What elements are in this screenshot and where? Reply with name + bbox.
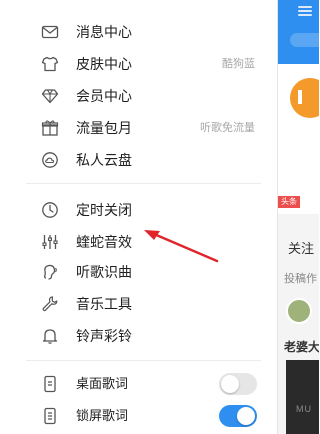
menu-item-label: 音乐工具 <box>76 296 132 312</box>
background-album-text: MU <box>296 404 312 414</box>
menu-item-messages[interactable]: 消息中心 <box>0 18 277 46</box>
toggle-knob <box>237 407 255 425</box>
side-drawer: 消息中心 皮肤中心 酷狗蓝 会员中心 流量包月 听歌免流量 私人云盘 定时关闭 <box>0 0 277 434</box>
annotation-arrow <box>144 230 219 263</box>
cloud-disk-icon <box>40 150 60 170</box>
menu-item-label: 流量包月 <box>76 120 132 136</box>
equalizer-icon <box>40 232 60 252</box>
background-submission-text: 投稿作 <box>284 273 317 285</box>
background-song-title: 老婆大 <box>284 340 319 354</box>
background-search-bar <box>290 33 319 47</box>
timer-icon <box>40 200 60 220</box>
menu-item-label: 锁屏歌词 <box>76 408 129 423</box>
menu-item-label: 会员中心 <box>76 88 132 104</box>
menu-item-song-recognition[interactable]: 听歌识曲 <box>0 258 277 286</box>
menu-item-label: 桌面歌词 <box>76 376 129 391</box>
menu-item-data-plan[interactable]: 流量包月 听歌免流量 <box>0 114 277 142</box>
desktop-lyrics-icon <box>40 374 60 394</box>
lockscreen-lyrics-icon <box>40 406 60 426</box>
wrench-icon <box>40 294 60 314</box>
data-plan-hint: 听歌免流量 <box>200 122 255 134</box>
menu-item-vip[interactable]: 会员中心 <box>0 82 277 110</box>
current-skin-hint: 酷狗蓝 <box>222 58 255 70</box>
menu-item-label: 皮肤中心 <box>76 56 132 72</box>
background-headline-tag: 头条 <box>278 196 300 208</box>
lockscreen-lyrics-toggle[interactable] <box>219 405 257 427</box>
menu-item-ringtones[interactable]: 铃声彩铃 <box>0 322 277 350</box>
menu-item-label: 蝰蛇音效 <box>76 234 132 250</box>
background-header <box>278 0 319 64</box>
menu-item-label: 定时关闭 <box>76 202 132 218</box>
menu-item-label: 私人云盘 <box>76 152 132 168</box>
gift-icon <box>40 118 60 138</box>
menu-item-label: 听歌识曲 <box>76 264 132 280</box>
diamond-icon <box>40 86 60 106</box>
menu-item-skins[interactable]: 皮肤中心 酷狗蓝 <box>0 50 277 78</box>
desktop-lyrics-toggle[interactable] <box>219 373 257 395</box>
menu-item-cloud-disk[interactable]: 私人云盘 <box>0 146 277 174</box>
mail-icon <box>40 22 60 42</box>
toggle-knob <box>221 375 239 393</box>
menu-item-sleep-timer[interactable]: 定时关闭 <box>0 196 277 224</box>
menu-item-sound-effects[interactable]: 蝰蛇音效 <box>0 228 277 256</box>
background-follow-tab: 关注 <box>288 241 315 256</box>
menu-item-lockscreen-lyrics[interactable]: 锁屏歌词 <box>0 402 277 430</box>
menu-item-music-tools[interactable]: 音乐工具 <box>0 290 277 318</box>
menu-item-label: 铃声彩铃 <box>76 328 132 344</box>
bell-icon <box>40 326 60 346</box>
background-promo-mark <box>298 90 302 104</box>
shirt-icon <box>40 54 60 74</box>
background-app-panel[interactable]: 头条 关注 投稿作 老婆大 MU <box>277 0 319 434</box>
avatar <box>286 298 312 324</box>
menu-icon <box>298 6 312 16</box>
menu-item-desktop-lyrics[interactable]: 桌面歌词 <box>0 370 277 398</box>
menu-item-label: 消息中心 <box>76 24 132 40</box>
section-divider <box>26 360 261 361</box>
recognize-song-icon <box>40 262 60 282</box>
background-album-cover <box>286 360 319 434</box>
section-divider <box>26 183 261 184</box>
